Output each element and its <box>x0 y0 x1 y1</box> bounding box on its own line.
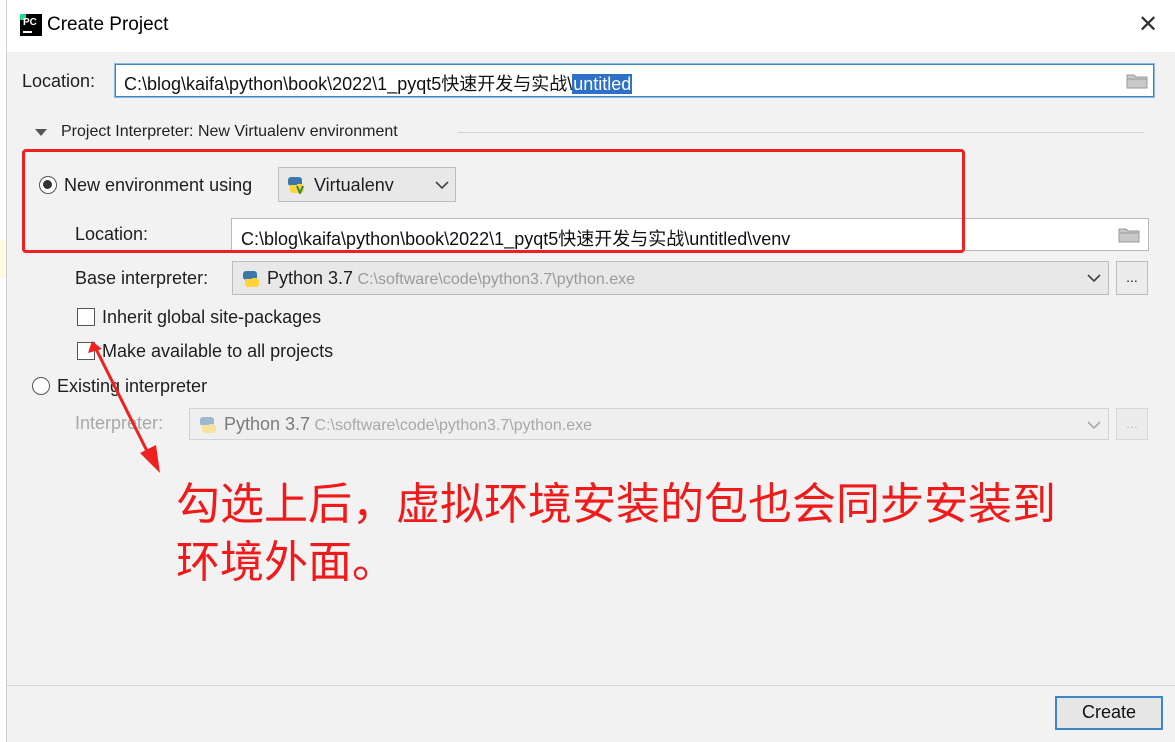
section-divider <box>458 132 1144 133</box>
title-bar <box>7 0 1175 52</box>
python-icon <box>243 271 259 287</box>
location-label: Location: <box>22 71 96 91</box>
base-interpreter-browse-button[interactable]: ... <box>1116 261 1148 295</box>
inherit-packages-label: Inherit global site-packages <box>102 307 322 327</box>
footer-divider <box>7 685 1175 686</box>
pycharm-logo-icon: PC <box>20 14 42 36</box>
existing-interpreter-dropdown[interactable]: Python 3.7 C:\software\code\python3.7\py… <box>189 408 1109 440</box>
folder-icon[interactable] <box>1126 73 1148 89</box>
location-input[interactable]: C:\blog\kaifa\python\book\2022\1_pyqt5快速… <box>115 64 1154 97</box>
location-value-selected: untitled <box>572 74 633 94</box>
location-value-prefix: C:\blog\kaifa\python\book\2022\1_pyqt5快速… <box>124 74 573 94</box>
annotation-text: 勾选上后，虚拟环境安装的包也会同步安装到 环境外面。 <box>176 478 1156 590</box>
create-button[interactable]: Create <box>1055 696 1163 730</box>
existing-interpreter-name: Python 3.7 <box>224 414 311 434</box>
folder-icon[interactable] <box>1118 227 1140 243</box>
existing-interpreter-browse-button[interactable]: ... <box>1116 408 1148 440</box>
inherit-packages-checkbox[interactable] <box>77 308 95 326</box>
base-interpreter-path: C:\software\code\python3.7\python.exe <box>357 271 636 288</box>
red-highlight-box <box>22 149 965 253</box>
base-interpreter-name: Python 3.7 <box>267 268 354 288</box>
annotation-line-1: 勾选上后，虚拟环境安装的包也会同步安装到 <box>176 479 1056 530</box>
interpreter-section-title[interactable]: Project Interpreter: New Virtualenv envi… <box>61 123 398 141</box>
collapse-triangle-icon[interactable] <box>35 129 47 136</box>
annotation-arrow <box>88 341 160 473</box>
close-icon[interactable]: ✕ <box>1138 13 1158 37</box>
chevron-down-icon <box>1087 421 1101 430</box>
base-interpreter-dropdown[interactable]: Python 3.7 C:\software\code\python3.7\py… <box>232 261 1109 295</box>
existing-interpreter-path: C:\software\code\python3.7\python.exe <box>314 417 593 434</box>
chevron-down-icon <box>1087 274 1101 283</box>
python-icon <box>200 417 216 433</box>
create-project-dialog <box>6 0 1175 742</box>
dialog-title: Create Project <box>47 14 169 35</box>
base-interpreter-label: Base interpreter: <box>75 268 209 288</box>
existing-interpreter-radio[interactable] <box>32 377 50 395</box>
annotation-line-2: 环境外面。 <box>176 537 396 588</box>
